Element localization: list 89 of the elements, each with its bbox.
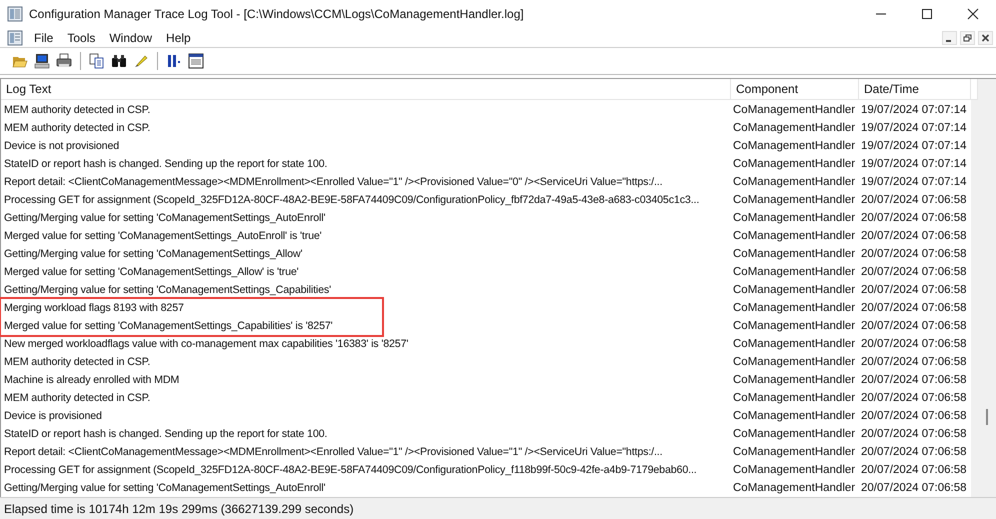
computer-icon[interactable] — [34, 53, 50, 69]
menu-item[interactable]: Window — [106, 30, 156, 44]
menu-item[interactable]: File — [31, 30, 56, 44]
table-cell-text: CoManagementHandler — [732, 157, 856, 172]
table-cell-text: 20/07/2024 07:06:58 — [860, 481, 968, 496]
close-icon[interactable] — [967, 8, 979, 20]
table-cell-text: 20/07/2024 07:06:58 — [860, 193, 968, 208]
restore-icon[interactable] — [960, 30, 975, 44]
table-cell-text: StateID or report hash is changed. Sending up the report for state 100. — [3, 157, 328, 172]
table-cell-text: 20/07/2024 07:06:58 — [860, 265, 968, 280]
table-cell-text: 20/07/2024 07:06:58 — [860, 391, 968, 406]
table-cell-text: Processing GET for assignment (ScopeId_325FD12A-80CF-48A2-BE9E-58FA74409C09/ConfigurationPolicy_fbf72da7-49a5-43e8-a683-c03405c1c3... — [3, 193, 700, 208]
table-cell-text: New merged workloadflags value with co-management max capabilities '16383' is '8257' — [3, 337, 410, 352]
minimize-icon[interactable] — [942, 30, 957, 44]
table-cell-text: CoManagementHandler — [732, 301, 856, 316]
table-cell-text: Getting/Merging value for setting 'CoManagementSettings_AutoEnroll' — [3, 481, 326, 496]
table-cell-text: 20/07/2024 07:06:58 — [860, 283, 968, 298]
window-title: Configuration Manager Trace Log Tool - [C:\Windows\CCM\Logs\CoManagementHandler.log] — [29, 7, 524, 21]
table-cell-text: 20/07/2024 07:06:58 — [860, 355, 968, 370]
table-cell-text: CoManagementHandler — [732, 337, 856, 352]
table-cell-text: CoManagementHandler — [732, 139, 856, 154]
printer-icon[interactable] — [56, 53, 72, 69]
table-cell-text: CoManagementHandler — [732, 211, 856, 226]
scrollbar[interactable] — [978, 79, 996, 497]
column-header[interactable]: Date/Time — [859, 79, 971, 99]
table-cell-text: CoManagementHandler — [732, 319, 856, 334]
table-cell-text: CoManagementHandler — [732, 247, 856, 262]
binoculars-icon[interactable] — [111, 53, 127, 69]
table-cell-text: 20/07/2024 07:06:58 — [860, 409, 968, 424]
table-cell-text: CoManagementHandler — [732, 229, 856, 244]
table-cell-text: 20/07/2024 07:06:58 — [860, 427, 968, 442]
table-cell-text: CoManagementHandler — [732, 103, 856, 118]
table-cell-text: CoManagementHandler — [732, 175, 856, 190]
table-cell-text: Processing GET for assignment (ScopeId_325FD12A-80CF-48A2-BE9E-58FA74409C09/ConfigurationPolicy_f118b99f-50c9-42fe-a4b9-7179ebab60... — [3, 463, 698, 478]
table-cell-text: CoManagementHandler — [732, 283, 856, 298]
highlighter-icon[interactable] — [133, 53, 149, 69]
table-cell-text: CoManagementHandler — [732, 463, 856, 478]
table-cell-text: Getting/Merging value for setting 'CoManagementSettings_AutoEnroll' — [3, 211, 326, 226]
table-cell-text: Merged value for setting 'CoManagementSettings_Allow' is 'true' — [3, 265, 300, 280]
table-cell-text: Machine is already enrolled with MDM — [3, 373, 180, 388]
status-text: Elapsed time is 10174h 12m 19s 299ms (36627139.299 seconds) — [4, 502, 354, 516]
table-cell-text: CoManagementHandler — [732, 373, 856, 388]
table-cell-text: Device is provisioned — [3, 409, 103, 424]
table-cell-text: 19/07/2024 07:07:14 — [860, 175, 968, 190]
table-cell-text: Getting/Merging value for setting 'CoManagementSettings_Allow' — [3, 247, 304, 262]
table-cell-text: CoManagementHandler — [732, 409, 856, 424]
maximize-icon[interactable] — [921, 8, 933, 20]
table-cell-text: 20/07/2024 07:06:58 — [860, 463, 968, 478]
table-cell-text: CoManagementHandler — [732, 193, 856, 208]
table-cell-text: 19/07/2024 07:07:14 — [860, 139, 968, 154]
menu-item[interactable]: Tools — [64, 30, 98, 44]
table-cell-text: Merged value for setting 'CoManagementSettings_AutoEnroll' is 'true' — [3, 229, 323, 244]
table-cell-text: 20/07/2024 07:06:58 — [860, 211, 968, 226]
table-cell-text: CoManagementHandler — [732, 121, 856, 136]
table-cell-text: Merged value for setting 'CoManagementSettings_Capabilities' is '8257' — [3, 319, 334, 334]
column-header[interactable]: Component — [731, 79, 859, 99]
table-cell-text: CoManagementHandler — [732, 427, 856, 442]
table-cell-text: Report detail: <ClientCoManagementMessage><MDMEnrollment><Enrolled Value="1" /><Provisioned Value="0" /><ServiceUri Value="https:/... — [3, 175, 664, 190]
table-cell-text: MEM authority detected in CSP. — [3, 121, 152, 136]
table-cell-text: Getting/Merging value for setting 'CoManagementSettings_Capabilities' — [3, 283, 332, 298]
table-cell-text: Merging workload flags 8193 with 8257 — [3, 301, 185, 316]
table-cell-text: 20/07/2024 07:06:58 — [860, 319, 968, 334]
table-cell-text: 20/07/2024 07:06:58 — [860, 373, 968, 388]
table-cell-text: StateID or report hash is changed. Sending up the report for state 100. — [3, 427, 328, 442]
table-cell-text: Report detail: <ClientCoManagementMessage><MDMEnrollment><Enrolled Value="1" /><Provisioned Value="1" /><ServiceUri Value="https:/... — [3, 445, 664, 460]
pause-icon[interactable] — [166, 53, 182, 69]
table-cell-text: CoManagementHandler — [732, 481, 856, 496]
table-cell-text: 19/07/2024 07:07:14 — [860, 121, 968, 136]
table-cell-text: CoManagementHandler — [732, 445, 856, 460]
table-cell-text: 20/07/2024 07:06:58 — [860, 301, 968, 316]
table-cell-text: 19/07/2024 07:07:14 — [860, 157, 968, 172]
table-cell-text: Device is not provisioned — [3, 139, 120, 154]
table-cell-text: MEM authority detected in CSP. — [3, 103, 152, 118]
table-cell-text: CoManagementHandler — [732, 355, 856, 370]
table-cell-text: CoManagementHandler — [732, 265, 856, 280]
table-cell-text: 20/07/2024 07:06:58 — [860, 337, 968, 352]
table-cell-text: 19/07/2024 07:07:14 — [860, 103, 968, 118]
column-header[interactable]: Log Text — [1, 79, 731, 99]
app-icon — [7, 6, 23, 22]
table-cell-text: CoManagementHandler — [732, 391, 856, 406]
table-cell-text: MEM authority detected in CSP. — [3, 355, 152, 370]
table-cell-text: 20/07/2024 07:06:58 — [860, 445, 968, 460]
table-cell-text: 20/07/2024 07:06:58 — [860, 247, 968, 262]
window-icon[interactable] — [188, 53, 204, 69]
copy-icon[interactable] — [89, 53, 105, 69]
menu-item[interactable]: Help — [163, 30, 194, 44]
table-cell-text: 20/07/2024 07:06:58 — [860, 229, 968, 244]
document-icon — [7, 30, 23, 46]
table-cell-text: MEM authority detected in CSP. — [3, 391, 152, 406]
